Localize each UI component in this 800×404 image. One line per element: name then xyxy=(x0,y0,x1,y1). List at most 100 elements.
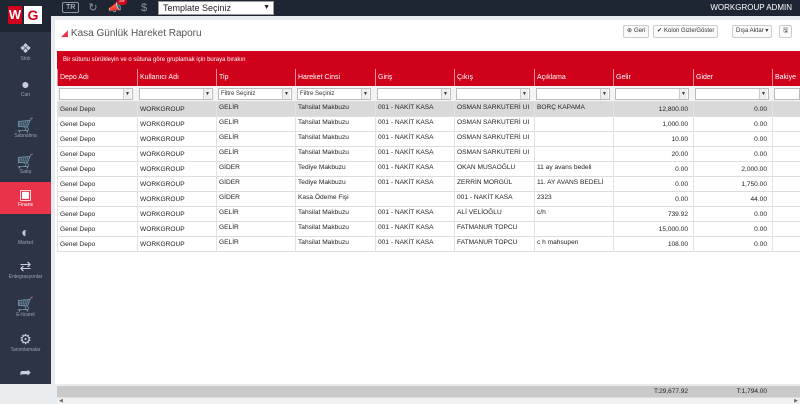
cell-giris: 001 - NAKİT KASA xyxy=(375,102,454,117)
table-row[interactable]: Genel Depo WORKGROUP GİDER Tediye Makbuz… xyxy=(57,162,800,177)
user-menu[interactable]: WORKGROUP ADMIN xyxy=(710,3,792,12)
sidebar-item-share[interactable]: ➦ xyxy=(0,360,51,392)
scroll-left-icon[interactable]: ◀ xyxy=(59,398,63,404)
sidebar-item-stok[interactable]: ❖ Stok xyxy=(0,36,51,68)
share-icon: ➦ xyxy=(19,364,32,380)
check-icon: ✔ xyxy=(657,28,663,34)
cell-giris: 001 - NAKİT KASA xyxy=(375,222,454,237)
sidebar-item-label: Cari xyxy=(20,92,31,98)
column-header-cikis[interactable]: Çıkış xyxy=(454,69,534,86)
cell-bakiye xyxy=(772,222,800,237)
column-header-hareket[interactable]: Hareket Cinsi xyxy=(295,69,375,86)
column-header-gider[interactable]: Gider xyxy=(693,69,772,86)
filter-tip[interactable]: Filtre Seçiniz ▼ xyxy=(218,88,292,100)
cell-giris: 001 - NAKİT KASA xyxy=(375,147,454,162)
table-row[interactable]: Genel Depo WORKGROUP GELİR Tahsilat Makb… xyxy=(57,147,800,162)
cell-gider: 1,750.00 xyxy=(693,177,772,192)
refresh-icon[interactable]: ↻ xyxy=(86,1,100,15)
cell-bakiye xyxy=(772,132,800,147)
template-select[interactable]: Template Seçiniz ▼ xyxy=(158,1,274,15)
cell-tip: GELİR xyxy=(216,147,295,162)
cell-gelir: 20.00 xyxy=(613,147,693,162)
column-header-bakiye[interactable]: Bakiye xyxy=(772,69,800,86)
logo-w: W xyxy=(8,6,22,24)
sidebar-item-cari[interactable]: ● Cari xyxy=(0,72,51,104)
export-button[interactable]: Dışa Aktar ▾ xyxy=(732,25,773,38)
column-header-giris[interactable]: Giriş xyxy=(375,69,454,86)
cell-aciklama: BORÇ KAPAMA xyxy=(534,102,613,117)
column-header-kullanici[interactable]: Kullanıcı Adı xyxy=(137,69,216,86)
cell-cikis: ZERRİN MORGÜL xyxy=(454,177,534,192)
report-panel: ◢ Kasa Günlük Hareket Raporu ⊕ Geri ✔ Kolon… xyxy=(55,20,800,404)
total-gelir: T:29,677.92 xyxy=(654,388,688,395)
sidebar-item-label: Satınalma xyxy=(14,133,37,139)
cell-giris: 001 - NAKİT KASA xyxy=(375,237,454,252)
cell-kullanici: WORKGROUP xyxy=(137,117,216,132)
cell-cikis: FATMANUR TOPCU xyxy=(454,237,534,252)
table-row[interactable]: Genel Depo WORKGROUP GİDER Tediye Makbuz… xyxy=(57,177,800,192)
filter-depo[interactable]: ▼ xyxy=(59,88,133,100)
column-header-aciklama[interactable]: Açıklama xyxy=(534,69,613,86)
sidebar-item-market[interactable]: ◐ Market xyxy=(0,220,51,252)
cell-cikis: OKAN MUSAOĞLU xyxy=(454,162,534,177)
filter-giris[interactable]: ▼ xyxy=(377,88,451,100)
table-row[interactable]: Genel Depo WORKGROUP GELİR Tahsilat Makb… xyxy=(57,237,800,252)
cell-tip: GİDER xyxy=(216,162,295,177)
filter-cikis[interactable]: ▼ xyxy=(456,88,530,100)
cell-cikis: ALİ VELİOĞLU xyxy=(454,207,534,222)
sidebar-item-satis[interactable]: 🛒 Satış xyxy=(0,149,51,181)
table-row[interactable]: Genel Depo WORKGROUP GİDER Kasa Ödeme Fi… xyxy=(57,192,800,207)
back-button[interactable]: ⊕ Geri xyxy=(623,25,650,38)
sidebar: ❖ Stok ● Cari 🛒 Satınalma 🛒 Satış ▣ Fina… xyxy=(0,32,51,384)
cell-depo: Genel Depo xyxy=(57,117,137,132)
sidebar-item-label: Tanımlamalar xyxy=(10,347,41,353)
column-header-depo[interactable]: Depo Adı xyxy=(57,69,137,86)
column-toggle-button[interactable]: ✔ Kolon Gizle/Göster xyxy=(653,25,719,38)
table-row[interactable]: Genel Depo WORKGROUP GELİR Tahsilat Makb… xyxy=(57,132,800,147)
filter-hareket-value: Filtre Seçiniz xyxy=(300,91,335,97)
chevron-down-icon: ▼ xyxy=(263,4,270,11)
table-row[interactable]: Genel Depo WORKGROUP GELİR Tahsilat Makb… xyxy=(57,102,800,117)
cell-hareket: Tahsilat Makbuzu xyxy=(295,102,375,117)
sidebar-item-satinalma[interactable]: 🛒 Satınalma xyxy=(0,113,51,145)
table-row[interactable]: Genel Depo WORKGROUP GELİR Tahsilat Makb… xyxy=(57,207,800,222)
sidebar-item-label: Entegrasyonlar xyxy=(8,274,43,280)
column-header-tip[interactable]: Tip xyxy=(216,69,295,86)
table-row[interactable]: Genel Depo WORKGROUP GELİR Tahsilat Makb… xyxy=(57,222,800,237)
app-logo[interactable]: W G xyxy=(0,0,51,32)
horizontal-scrollbar[interactable]: ◀ ▶ xyxy=(57,397,800,404)
cell-depo: Genel Depo xyxy=(57,222,137,237)
table-row[interactable]: Genel Depo WORKGROUP GELİR Tahsilat Makb… xyxy=(57,117,800,132)
group-panel[interactable]: Bir sütunu sürükleyin ve o sütuna göre g… xyxy=(57,51,800,69)
cell-cikis: OSMAN SARKUTERİ UI xyxy=(454,132,534,147)
cell-hareket: Tahsilat Makbuzu xyxy=(295,147,375,162)
cell-gelir: 108.00 xyxy=(613,237,693,252)
cell-depo: Genel Depo xyxy=(57,177,137,192)
sidebar-item-finans[interactable]: ▣ Finans xyxy=(0,182,51,214)
language-button[interactable]: TR xyxy=(62,2,80,13)
filter-kullanici[interactable]: ▼ xyxy=(139,88,213,100)
cell-gider: 0.00 xyxy=(693,117,772,132)
scroll-right-icon[interactable]: ▶ xyxy=(794,398,798,404)
sidebar-item-eticaret[interactable]: 🛒 E-ticaret xyxy=(0,292,51,324)
filter-gider[interactable]: ▼ xyxy=(695,88,769,100)
filter-gelir[interactable]: ▼ xyxy=(615,88,689,100)
cell-gider: 0.00 xyxy=(693,102,772,117)
gears-icon: ⚙ xyxy=(19,331,32,347)
filter-bakiye[interactable] xyxy=(774,88,800,100)
cell-tip: GELİR xyxy=(216,207,295,222)
cell-cikis: FATMANUR TOPCU xyxy=(454,222,534,237)
filter-aciklama[interactable]: ▼ xyxy=(536,88,610,100)
filter-hareket[interactable]: Filtre Seçiniz ▼ xyxy=(297,88,371,100)
sidebar-item-tanimlamalar[interactable]: ⚙ Tanımlamalar xyxy=(0,327,51,359)
top-bar: TR ↻ 📣 99 $ Template Seçiniz ▼ WORKGROUP… xyxy=(0,0,800,16)
cell-gelir: 10.00 xyxy=(613,132,693,147)
sidebar-item-entegrasyonlar[interactable]: ⇄ Entegrasyonlar xyxy=(0,254,51,286)
circle-plus-icon: ⊕ xyxy=(627,28,633,34)
save-button[interactable]: 🖫 xyxy=(779,25,793,38)
cell-hareket: Tahsilat Makbuzu xyxy=(295,132,375,147)
cell-kullanici: WORKGROUP xyxy=(137,207,216,222)
cell-giris: 001 - NAKİT KASA xyxy=(375,117,454,132)
dollar-icon[interactable]: $ xyxy=(137,1,151,15)
column-header-gelir[interactable]: Gelir xyxy=(613,69,693,86)
